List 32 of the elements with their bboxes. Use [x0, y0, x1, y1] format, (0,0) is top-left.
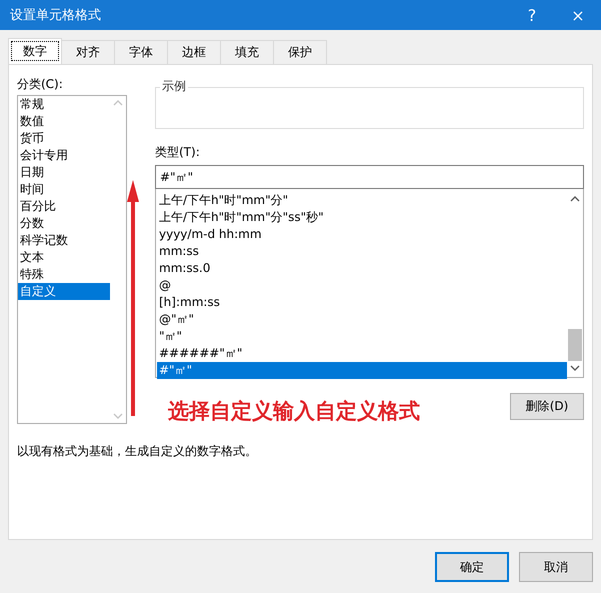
category-label: 分类(C):	[17, 76, 64, 93]
category-item[interactable]: 货币	[18, 130, 110, 147]
sample-label: 示例	[160, 78, 188, 95]
category-item[interactable]: 自定义	[18, 283, 110, 300]
category-item[interactable]: 特殊	[18, 266, 110, 283]
category-item[interactable]: 百分比	[18, 198, 110, 215]
scroll-down-icon[interactable]	[570, 365, 580, 371]
category-item[interactable]: 文本	[18, 249, 110, 266]
tab[interactable]: 数字	[8, 38, 62, 64]
scroll-up-icon[interactable]	[570, 196, 580, 202]
category-item[interactable]: 时间	[18, 181, 110, 198]
close-button[interactable]: ×	[555, 0, 601, 30]
category-item[interactable]: 数值	[18, 113, 110, 130]
annotation-text: 选择自定义输入自定义格式	[168, 398, 420, 425]
type-item[interactable]: #"㎡"	[157, 362, 567, 379]
type-input-field[interactable]: #"㎡"	[155, 165, 584, 189]
category-item[interactable]: 会计专用	[18, 147, 110, 164]
category-item[interactable]: 分数	[18, 215, 110, 232]
category-item[interactable]: 日期	[18, 164, 110, 181]
description-text: 以现有格式为基础，生成自定义的数字格式。	[17, 443, 258, 460]
delete-button[interactable]: 删除(D)	[510, 392, 584, 420]
window-title: 设置单元格格式	[9, 7, 102, 24]
scroll-thumb[interactable]	[568, 329, 582, 361]
type-item[interactable]: [h]:mm:ss	[157, 294, 222, 311]
dialog-button[interactable]: 确定	[435, 552, 509, 582]
tab[interactable]: 保护	[273, 40, 327, 64]
category-item[interactable]: 常规	[18, 96, 110, 113]
category-item[interactable]: 科学记数	[18, 232, 110, 249]
help-button[interactable]: ?	[509, 0, 555, 30]
type-label: 类型(T):	[155, 144, 201, 161]
type-item[interactable]: yyyy/m-d hh:mm	[157, 226, 264, 243]
dialog-button[interactable]: 取消	[519, 552, 593, 582]
